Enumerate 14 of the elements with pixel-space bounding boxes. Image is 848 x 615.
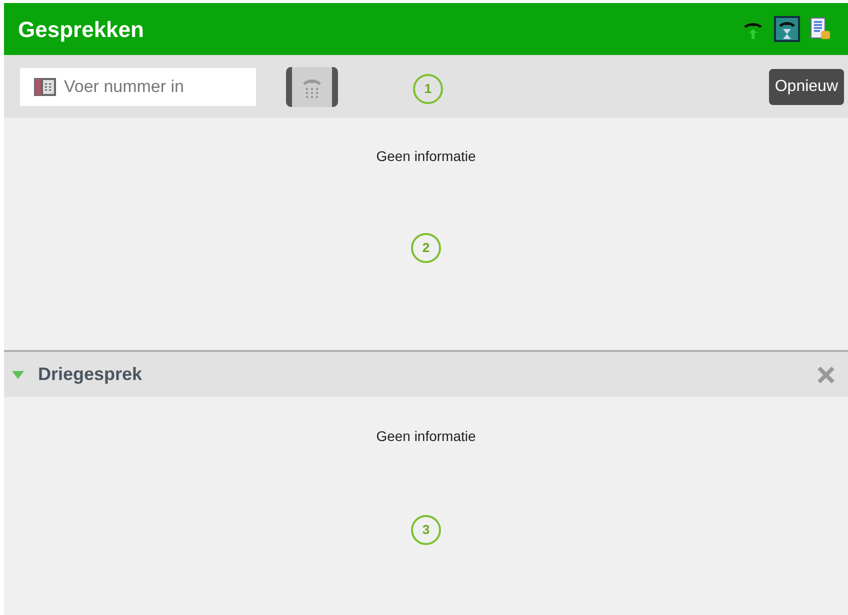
phone-hourglass-icon[interactable] [774, 16, 800, 42]
callout-badge: 2 [411, 233, 441, 263]
callout-badge: 3 [411, 515, 441, 545]
number-field[interactable]: Voer nummer in [20, 68, 256, 106]
list-icon[interactable] [810, 17, 832, 41]
section-title: Driegesprek [38, 363, 142, 386]
empty-message: Geen informatie [376, 427, 476, 446]
callout-badge: 1 [413, 74, 443, 104]
refresh-button[interactable]: Opnieuw [768, 68, 844, 104]
section-header[interactable]: Driegesprek [4, 352, 848, 397]
empty-message: Geen informatie [376, 147, 476, 166]
window-title: Gesprekken [18, 16, 144, 44]
desk-phone-icon [34, 78, 56, 96]
dialpad-button[interactable] [286, 66, 338, 106]
